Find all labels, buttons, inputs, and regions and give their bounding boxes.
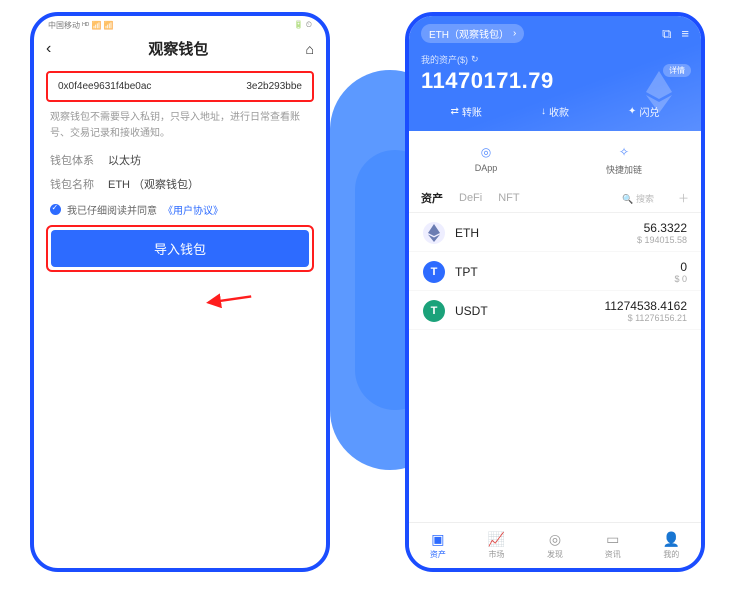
network-pill[interactable]: ETH（观察钱包） › bbox=[421, 24, 524, 43]
phone-right: ETH（观察钱包） › ⧉ ≡ 我的资产($) ↻ 11470171.79 详情… bbox=[405, 12, 705, 572]
status-bar: 中国移动 ᴴᴰ 📶 📶 🔋 ⏲ bbox=[34, 16, 326, 32]
agree-row[interactable]: 我已仔细阅读并同意 《用户协议》 bbox=[50, 202, 310, 217]
token-amount: 56.3322 bbox=[637, 221, 687, 235]
asset-tabs: 资产 DeFi NFT 🔍 搜索 ＋ bbox=[409, 184, 701, 213]
quicklink-button[interactable]: ✧ 快捷加链 bbox=[555, 143, 693, 176]
compass-icon: ◎ bbox=[549, 531, 561, 548]
wallet-icon: ▣ bbox=[431, 531, 444, 548]
refresh-icon[interactable]: ↻ bbox=[471, 54, 479, 65]
wallet-name-row: 钱包名称 ETH （观察钱包） bbox=[50, 176, 310, 192]
dapp-button[interactable]: ◎ DApp bbox=[417, 143, 555, 176]
wallet-system-value: 以太坊 bbox=[108, 152, 141, 168]
tab-assets[interactable]: 资产 bbox=[421, 190, 443, 206]
checkbox-icon[interactable] bbox=[50, 204, 61, 215]
note-text: 观察钱包不需要导入私钥，只导入地址，进行日常查看账号、交易记录和接收通知。 bbox=[50, 110, 310, 142]
chevron-right-icon: › bbox=[513, 28, 516, 39]
network-name: ETH（观察钱包） bbox=[429, 26, 509, 41]
address-right: 3e2b293bbe bbox=[246, 81, 302, 92]
address-left: 0x0f4ee9631f4be0ac bbox=[58, 81, 151, 92]
status-left: 中国移动 ᴴᴰ 📶 📶 bbox=[48, 20, 114, 31]
quick-row: ◎ DApp ✧ 快捷加链 bbox=[409, 131, 701, 184]
token-symbol: TPT bbox=[455, 265, 478, 279]
scan-icon[interactable]: ⌂ bbox=[306, 41, 314, 57]
receive-icon: ↓ bbox=[541, 106, 546, 117]
tabbar-me[interactable]: 👤我的 bbox=[663, 531, 680, 560]
tpt-icon: T bbox=[423, 261, 445, 283]
usdt-icon: T bbox=[423, 300, 445, 322]
agreement-link[interactable]: 《用户协议》 bbox=[163, 202, 223, 217]
wallet-name-label: 钱包名称 bbox=[50, 176, 94, 192]
link-icon: ✧ bbox=[615, 143, 633, 161]
wallet-system-label: 钱包体系 bbox=[50, 152, 94, 168]
token-usd: $ 11276156.21 bbox=[604, 313, 687, 323]
back-icon[interactable]: ‹ bbox=[46, 40, 51, 58]
assets-label: 我的资产($) ↻ bbox=[421, 53, 689, 66]
phone-left: 中国移动 ᴴᴰ 📶 📶 🔋 ⏲ ‹ 观察钱包 ⌂ 0x0f4ee9631f4be… bbox=[30, 12, 330, 572]
search-input[interactable]: 🔍 搜索 bbox=[622, 192, 654, 205]
user-icon: 👤 bbox=[663, 531, 680, 548]
token-row-eth[interactable]: ETH 56.3322 $ 194015.58 bbox=[409, 213, 701, 252]
status-right: 🔋 ⏲ bbox=[294, 20, 312, 30]
title-bar: ‹ 观察钱包 ⌂ bbox=[34, 32, 326, 69]
token-amount: 11274538.4162 bbox=[604, 299, 687, 313]
token-row-usdt[interactable]: T USDT 11274538.4162 $ 11276156.21 bbox=[409, 291, 701, 330]
tabbar-news[interactable]: ▭资讯 bbox=[605, 531, 621, 560]
tabbar-discover[interactable]: ◎发现 bbox=[547, 531, 563, 560]
swap-button[interactable]: ✦ 闪兑 bbox=[628, 104, 659, 119]
annotation-arrow-icon bbox=[201, 277, 256, 323]
add-token-button[interactable]: ＋ bbox=[678, 190, 689, 206]
market-icon: 📈 bbox=[488, 531, 505, 548]
swap-icon: ✦ bbox=[628, 106, 636, 117]
scan-icon[interactable]: ⧉ bbox=[662, 26, 671, 42]
tabbar-market[interactable]: 📈市场 bbox=[488, 531, 505, 560]
token-usd: $ 194015.58 bbox=[637, 235, 687, 245]
token-amount: 0 bbox=[674, 260, 687, 274]
eth-icon bbox=[423, 222, 445, 244]
tab-defi[interactable]: DeFi bbox=[459, 192, 482, 204]
wallet-name-value: ETH （观察钱包） bbox=[108, 176, 199, 192]
import-button-highlight: 导入钱包 bbox=[46, 225, 314, 272]
page-title: 观察钱包 bbox=[148, 38, 208, 59]
token-symbol: ETH bbox=[455, 226, 479, 240]
token-usd: $ 0 bbox=[674, 274, 687, 284]
import-wallet-button[interactable]: 导入钱包 bbox=[51, 230, 309, 267]
wallet-system-row: 钱包体系 以太坊 bbox=[50, 152, 310, 168]
menu-icon[interactable]: ≡ bbox=[681, 26, 689, 42]
token-symbol: USDT bbox=[455, 304, 488, 318]
tab-nft[interactable]: NFT bbox=[498, 192, 519, 204]
transfer-icon: ⇄ bbox=[451, 106, 459, 117]
wallet-header: ETH（观察钱包） › ⧉ ≡ 我的资产($) ↻ 11470171.79 详情… bbox=[409, 16, 701, 131]
agree-text: 我已仔细阅读并同意 bbox=[67, 202, 157, 217]
address-input[interactable]: 0x0f4ee9631f4be0ac 3e2b293bbe bbox=[46, 71, 314, 102]
receive-button[interactable]: ↓ 收款 bbox=[541, 104, 569, 119]
tabbar-assets[interactable]: ▣资产 bbox=[430, 531, 446, 560]
bottom-tabbar: ▣资产 📈市场 ◎发现 ▭资讯 👤我的 bbox=[409, 522, 701, 568]
compass-icon: ◎ bbox=[477, 143, 495, 161]
news-icon: ▭ bbox=[606, 531, 619, 548]
transfer-button[interactable]: ⇄ 转账 bbox=[451, 104, 482, 119]
token-row-tpt[interactable]: T TPT 0 $ 0 bbox=[409, 252, 701, 291]
